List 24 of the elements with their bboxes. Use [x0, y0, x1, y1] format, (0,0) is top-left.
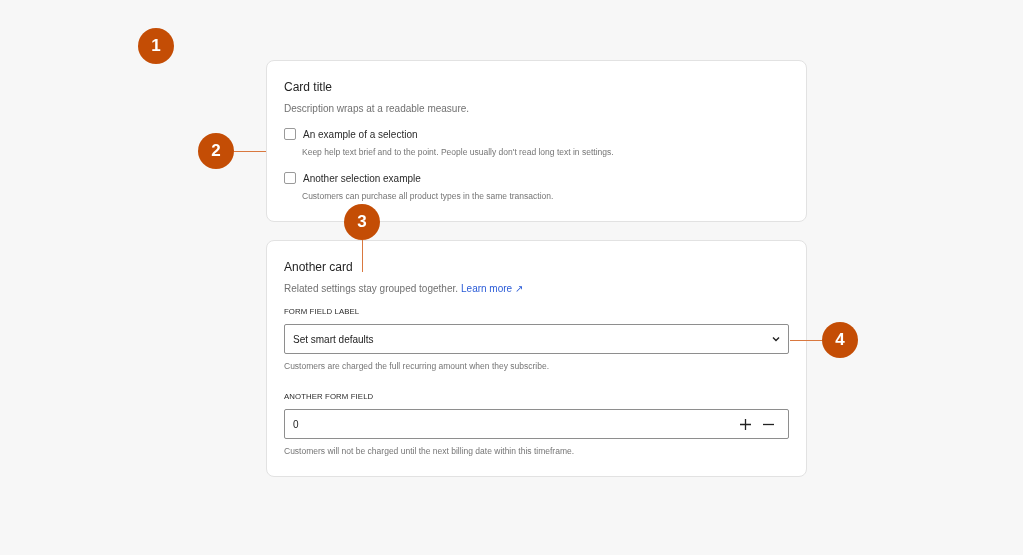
- card-description: Description wraps at a readable measure.: [284, 103, 470, 114]
- help-text: Customers can purchase all product types in the same transaction.: [302, 190, 555, 203]
- card-title: Card title: [284, 79, 334, 95]
- checkbox[interactable]: [284, 128, 296, 140]
- checkbox-label: An example of a selection: [303, 128, 418, 140]
- chevron-down-icon: [772, 336, 780, 342]
- annotation-marker: 3: [344, 204, 380, 240]
- leader-line: [790, 339, 822, 341]
- annotation-marker: 1: [138, 28, 174, 64]
- annotation-marker: 2: [198, 133, 234, 169]
- checkbox[interactable]: [284, 172, 296, 184]
- checkbox-label: Another selection example: [303, 172, 421, 184]
- leader-line: [234, 150, 266, 152]
- help-text: Customers will not be charged until the next billing date within this timeframe.: [284, 445, 576, 458]
- number-field[interactable]: 0: [284, 409, 789, 439]
- card-title: Another card: [284, 259, 354, 275]
- dropdown-field[interactable]: Set smart defaults: [284, 324, 789, 354]
- help-text: Customers are charged the full recurring amount when they subscribe.: [284, 360, 551, 373]
- annotation-marker: 4: [822, 322, 858, 358]
- leader-line: [361, 240, 363, 272]
- learn-more-link[interactable]: Learn more ↗: [461, 283, 524, 294]
- plus-icon: [740, 418, 751, 430]
- card-description: Related settings stay grouped together.: [284, 283, 458, 294]
- help-text: Keep help text brief and to the point. People usually don't read long text in settings.: [302, 146, 615, 159]
